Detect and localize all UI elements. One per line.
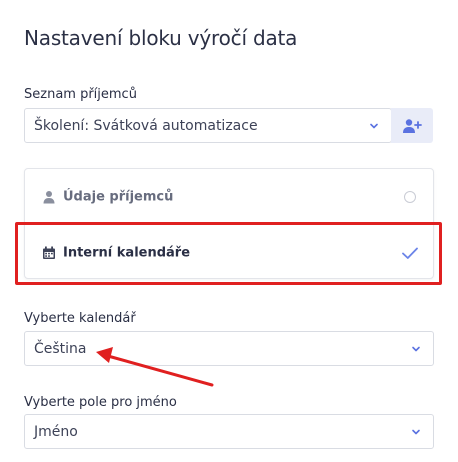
page-title: Nastavení bloku výročí data [24, 26, 298, 50]
calendar-label: Vyberte kalendář [24, 311, 136, 326]
add-recipient-button[interactable] [391, 108, 433, 143]
radio-unselected[interactable] [404, 190, 416, 203]
person-icon [43, 190, 55, 203]
chevron-down-icon [412, 429, 420, 434]
calendar-select[interactable]: Čeština [24, 331, 434, 366]
option-recipient-data[interactable]: Údaje příjemců [25, 169, 433, 224]
calendar-select-value: Čeština [34, 340, 87, 357]
recipients-select-value: Školení: Svátková automatizace [34, 117, 258, 134]
recipients-select[interactable]: Školení: Svátková automatizace [24, 108, 392, 143]
add-user-icon [403, 118, 422, 133]
option-label: Údaje příjemců [63, 189, 174, 204]
name-field-select-value: Jméno [34, 423, 78, 440]
recipients-label: Seznam příjemců [24, 87, 137, 102]
chevron-down-icon [370, 123, 378, 128]
name-field-select[interactable]: Jméno [24, 414, 434, 449]
chevron-down-icon [412, 346, 420, 351]
highlight-box [15, 222, 442, 285]
name-field-label: Vyberte pole pro jméno [24, 395, 177, 410]
